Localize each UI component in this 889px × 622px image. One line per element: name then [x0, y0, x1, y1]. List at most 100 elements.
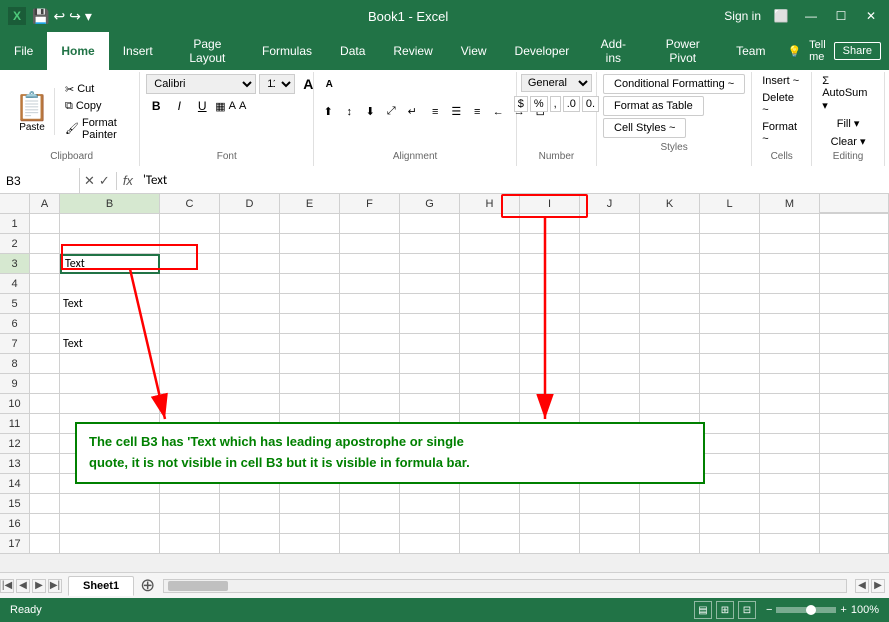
- row-header-11[interactable]: 11: [0, 414, 30, 434]
- tab-addins[interactable]: Add-ins: [583, 32, 643, 70]
- tab-developer[interactable]: Developer: [501, 32, 584, 70]
- row-header-13[interactable]: 13: [0, 454, 30, 474]
- cell-e5[interactable]: [280, 294, 340, 314]
- cell-j4[interactable]: [580, 274, 640, 294]
- cell-d5[interactable]: [220, 294, 280, 314]
- wrap-text-button[interactable]: ↵: [402, 103, 422, 121]
- cell-m4[interactable]: [760, 274, 820, 294]
- copy-button[interactable]: ⧉ Copy: [62, 99, 133, 114]
- col-header-m[interactable]: M: [760, 194, 820, 214]
- cell-g4[interactable]: [400, 274, 460, 294]
- cell-g6[interactable]: [400, 314, 460, 334]
- tab-formulas[interactable]: Formulas: [248, 32, 326, 70]
- cell-i7[interactable]: [520, 334, 580, 354]
- zoom-in-button[interactable]: +: [840, 604, 846, 616]
- col-header-i[interactable]: I: [520, 194, 580, 214]
- cell-c4[interactable]: [160, 274, 220, 294]
- row-header-2[interactable]: 2: [0, 234, 30, 254]
- cell-i2[interactable]: [520, 234, 580, 254]
- page-layout-view-button[interactable]: ⊞: [716, 601, 734, 619]
- row-header-12[interactable]: 12: [0, 434, 30, 454]
- col-header-h[interactable]: H: [460, 194, 520, 214]
- cell-e4[interactable]: [280, 274, 340, 294]
- font-name-select[interactable]: Calibri: [146, 74, 256, 94]
- cell-extra7[interactable]: [820, 334, 889, 354]
- cell-e7[interactable]: [280, 334, 340, 354]
- add-sheet-button[interactable]: ⊕: [136, 575, 159, 596]
- col-header-b[interactable]: B: [60, 194, 160, 214]
- col-header-j[interactable]: J: [580, 194, 640, 214]
- currency-button[interactable]: $: [514, 96, 528, 112]
- page-break-view-button[interactable]: ⊟: [738, 601, 756, 619]
- col-header-d[interactable]: D: [220, 194, 280, 214]
- cell-g7[interactable]: [400, 334, 460, 354]
- cell-l7[interactable]: [700, 334, 760, 354]
- cell-e1[interactable]: [280, 214, 340, 234]
- cell-f7[interactable]: [340, 334, 400, 354]
- cell-g5[interactable]: [400, 294, 460, 314]
- cell-i5[interactable]: [520, 294, 580, 314]
- name-box[interactable]: B3: [0, 168, 80, 193]
- tab-last-button[interactable]: ▶|: [48, 579, 62, 593]
- save-qa-button[interactable]: 💾: [32, 8, 49, 25]
- customize-qa-button[interactable]: ▾: [85, 8, 92, 25]
- formula-input[interactable]: 'Text: [137, 173, 889, 188]
- cell-b1[interactable]: [60, 214, 160, 234]
- cell-k5[interactable]: [640, 294, 700, 314]
- align-top-button[interactable]: ⬆: [318, 103, 338, 121]
- font-size-select[interactable]: 11: [259, 74, 295, 94]
- cancel-formula-button[interactable]: ✕: [84, 173, 95, 189]
- cell-g2[interactable]: [400, 234, 460, 254]
- cell-l3[interactable]: [700, 254, 760, 274]
- cell-g1[interactable]: [400, 214, 460, 234]
- left-align-button[interactable]: ≡: [425, 103, 445, 121]
- decrease-indent-button[interactable]: ←: [488, 103, 508, 121]
- cell-c1[interactable]: [160, 214, 220, 234]
- delete-cells-button[interactable]: Delete ~: [758, 91, 805, 117]
- cell-j2[interactable]: [580, 234, 640, 254]
- fill-color-button[interactable]: A: [229, 100, 236, 112]
- row-header-4[interactable]: 4: [0, 274, 30, 294]
- cell-c3[interactable]: [160, 254, 220, 274]
- cell-m7[interactable]: [760, 334, 820, 354]
- cell-d4[interactable]: [220, 274, 280, 294]
- row-header-15[interactable]: 15: [0, 494, 30, 514]
- comma-button[interactable]: ,: [550, 96, 561, 112]
- cell-c2[interactable]: [160, 234, 220, 254]
- close-button[interactable]: ✕: [861, 6, 881, 26]
- cell-e3[interactable]: [280, 254, 340, 274]
- cell-a2[interactable]: [30, 234, 60, 254]
- col-header-k[interactable]: K: [640, 194, 700, 214]
- format-cells-button[interactable]: Format ~: [758, 120, 805, 146]
- cell-d1[interactable]: [220, 214, 280, 234]
- tab-home[interactable]: Home: [47, 32, 108, 70]
- cell-i4[interactable]: [520, 274, 580, 294]
- tab-prev-button[interactable]: ◀: [16, 579, 30, 593]
- cell-b2[interactable]: [60, 234, 160, 254]
- maximize-button[interactable]: ☐: [831, 6, 851, 26]
- cell-j6[interactable]: [580, 314, 640, 334]
- cell-f1[interactable]: [340, 214, 400, 234]
- cell-f6[interactable]: [340, 314, 400, 334]
- cell-c6[interactable]: [160, 314, 220, 334]
- italic-button[interactable]: I: [169, 96, 189, 116]
- conditional-formatting-button[interactable]: Conditional Formatting ~: [603, 74, 745, 94]
- row-header-3[interactable]: 3: [0, 254, 30, 274]
- horizontal-scrollbar[interactable]: [163, 579, 847, 593]
- cell-h6[interactable]: [460, 314, 520, 334]
- border-button[interactable]: ▦: [215, 100, 225, 113]
- cell-m2[interactable]: [760, 234, 820, 254]
- cell-extra4[interactable]: [820, 274, 889, 294]
- cell-h1[interactable]: [460, 214, 520, 234]
- sheet-tab-sheet1[interactable]: Sheet1: [68, 576, 134, 596]
- cell-extra5[interactable]: [820, 294, 889, 314]
- normal-view-button[interactable]: ▤: [694, 601, 712, 619]
- cell-b5[interactable]: Text: [60, 294, 160, 314]
- cell-b4[interactable]: [60, 274, 160, 294]
- cell-c7[interactable]: [160, 334, 220, 354]
- align-bottom-button[interactable]: ⬇: [360, 103, 380, 121]
- right-align-button[interactable]: ≡: [467, 103, 487, 121]
- format-as-table-button[interactable]: Format as Table: [603, 96, 704, 116]
- col-header-e[interactable]: E: [280, 194, 340, 214]
- tab-data[interactable]: Data: [326, 32, 379, 70]
